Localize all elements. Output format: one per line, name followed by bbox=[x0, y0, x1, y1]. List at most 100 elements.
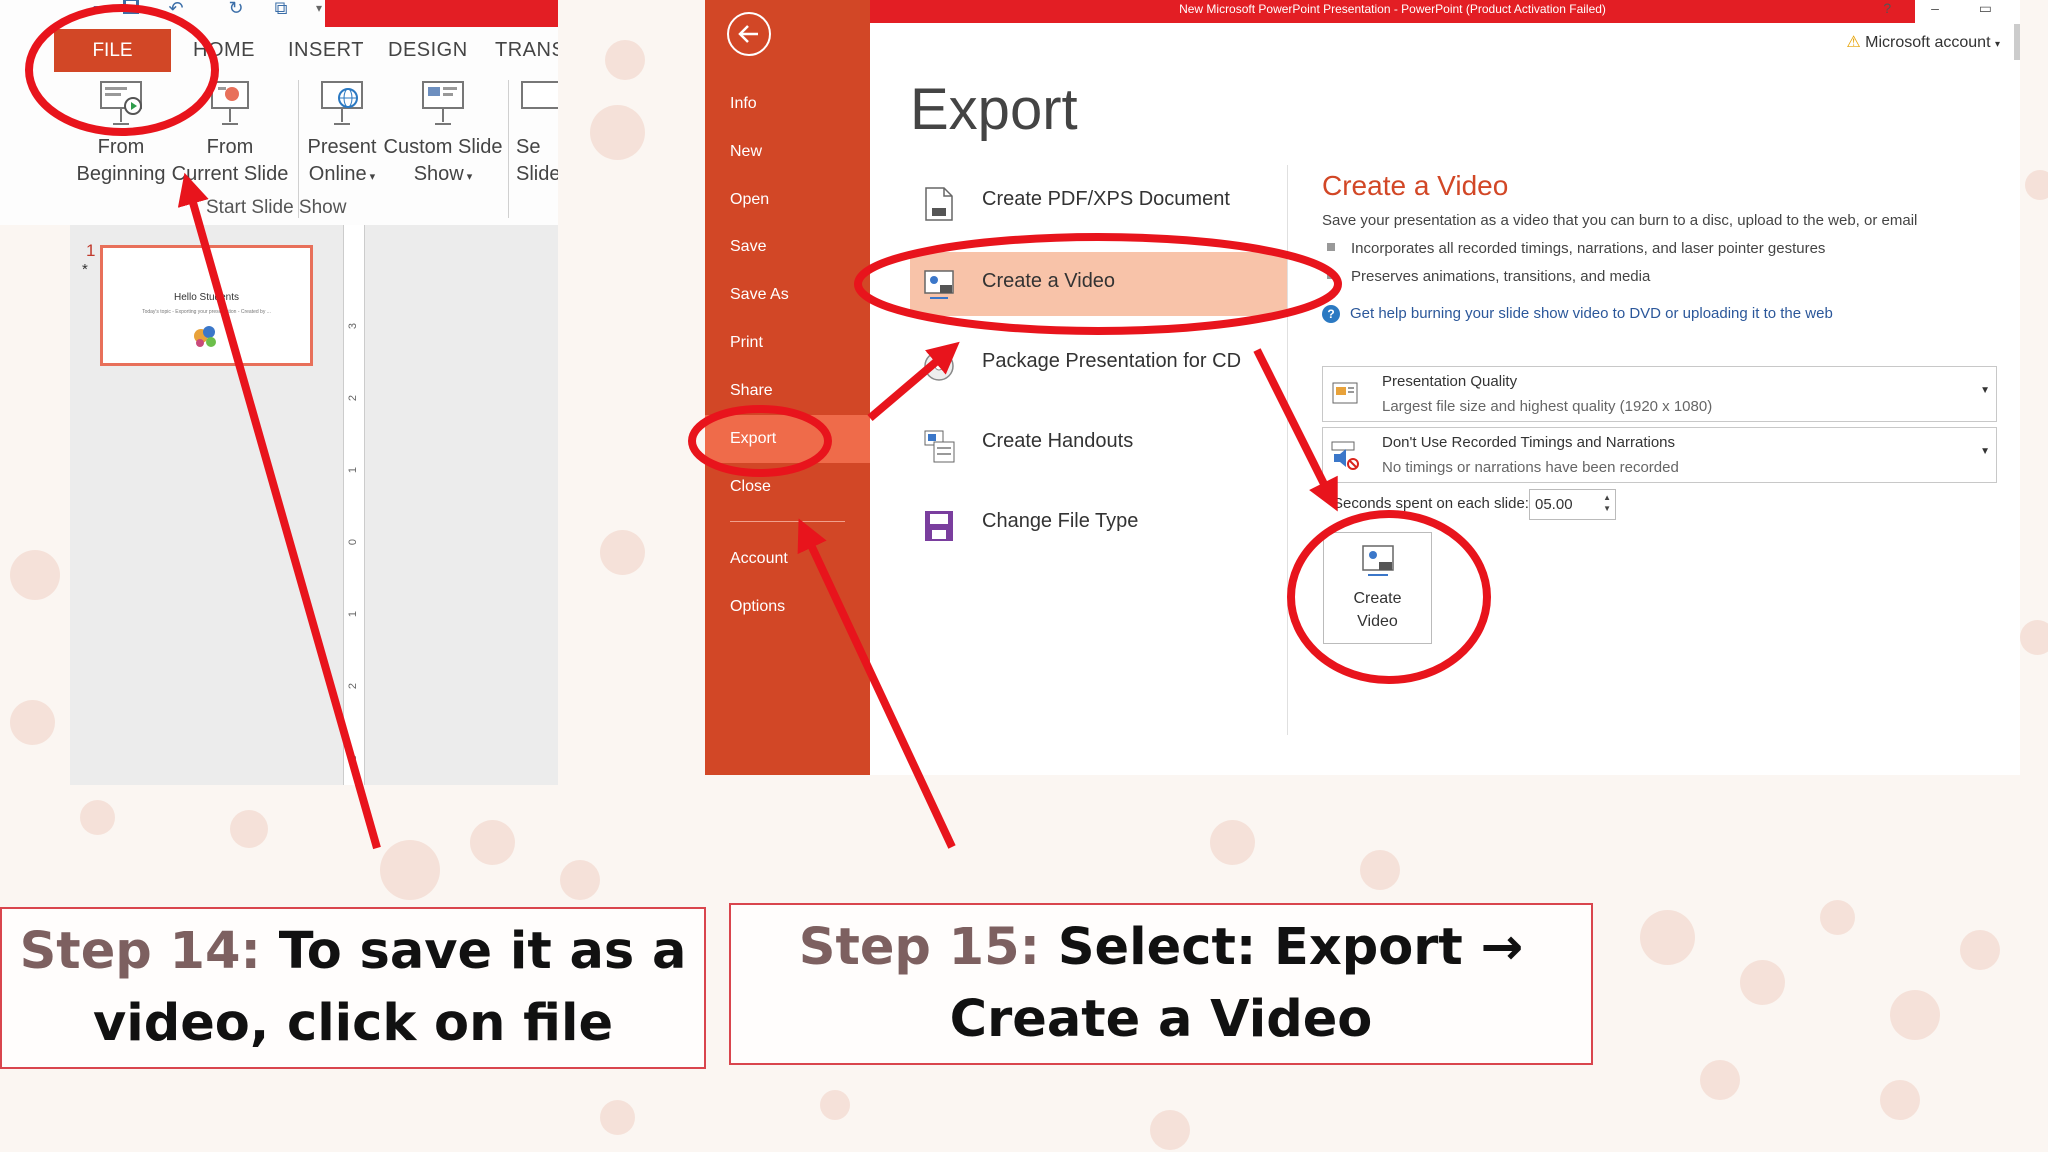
ruler-tick: 1 bbox=[347, 466, 359, 474]
custom-slide-show-button[interactable]: Custom Slide Show ▾ bbox=[382, 78, 504, 191]
account-menu[interactable]: ⚠ Microsoft account ▾ bbox=[1846, 32, 2000, 52]
ruler-tick: 2 bbox=[347, 682, 359, 690]
export-option-video[interactable]: Create a Video bbox=[910, 252, 1287, 316]
seconds-per-slide-input[interactable]: 05.00 ▲ ▼ bbox=[1529, 489, 1616, 520]
create-video-label-2: Video bbox=[1357, 613, 1398, 630]
setup-show-label-1: Se bbox=[516, 136, 541, 158]
slideshow-start-icon bbox=[100, 81, 142, 125]
nav-save-as[interactable]: Save As bbox=[730, 286, 789, 304]
from-beginning-button[interactable]: From Beginning bbox=[74, 78, 168, 188]
tab-file[interactable]: FILE bbox=[54, 29, 171, 72]
back-button[interactable] bbox=[727, 12, 771, 56]
quality-icon bbox=[1332, 382, 1358, 404]
handouts-icon bbox=[924, 430, 955, 463]
ribbon-screenshot: ▪ ↶ ↻ ⧉ ▾ FILE HOME INSERT DESIGN TRANS … bbox=[0, 0, 558, 785]
slide-thumbnail-image bbox=[194, 326, 216, 347]
detail-bullet: Incorporates all recorded timings, narra… bbox=[1327, 240, 1825, 257]
nav-save[interactable]: Save bbox=[730, 238, 766, 256]
from-current-slide-button[interactable]: From Current Slide bbox=[170, 78, 290, 188]
timings-dropdown[interactable]: Don't Use Recorded Timings and Narration… bbox=[1322, 427, 1997, 483]
detail-bullet-text: Preserves animations, transitions, and m… bbox=[1351, 268, 1651, 285]
custom-show-label-2: Show bbox=[413, 163, 464, 185]
tab-transitions[interactable]: TRANS bbox=[495, 29, 558, 72]
setup-show-label-2: Slide bbox=[516, 163, 558, 185]
app-icon: ▪ bbox=[92, 0, 100, 18]
nav-account[interactable]: Account bbox=[730, 550, 788, 568]
scrollbar[interactable] bbox=[2014, 24, 2020, 60]
setup-slide-show-button[interactable]: Se Slide bbox=[516, 78, 558, 188]
save-icon[interactable] bbox=[120, 0, 142, 18]
backstage-screenshot: Info New Open Save Save As Print Share E… bbox=[705, 0, 2020, 775]
nav-print[interactable]: Print bbox=[730, 334, 763, 352]
nav-new[interactable]: New bbox=[730, 143, 762, 161]
from-current-label-2: Current Slide bbox=[171, 163, 289, 185]
caption-step-14: Step 14: To save it as a video, click on… bbox=[0, 907, 706, 1069]
present-online-icon bbox=[321, 81, 363, 125]
quality-title: Presentation Quality bbox=[1382, 373, 1518, 390]
present-online-label-1: Present bbox=[307, 136, 377, 158]
slide-thumbnail-subtitle: Today's topic - Exporting your presentat… bbox=[142, 309, 271, 315]
from-beginning-label-1: From bbox=[97, 136, 145, 158]
tab-insert[interactable]: INSERT bbox=[288, 29, 364, 72]
group-separator bbox=[508, 80, 509, 218]
tab-design[interactable]: DESIGN bbox=[388, 29, 468, 72]
custom-show-icon bbox=[422, 81, 464, 125]
warning-icon: ⚠ bbox=[1846, 34, 1861, 51]
presentation-quality-dropdown[interactable]: Presentation Quality Largest file size a… bbox=[1322, 366, 1997, 422]
nav-share[interactable]: Share bbox=[730, 382, 773, 400]
nav-export[interactable]: Export bbox=[730, 430, 776, 448]
window-title-bar: New Microsoft PowerPoint Presentation - … bbox=[870, 0, 1915, 23]
ruler-tick: 1 bbox=[347, 610, 359, 618]
ribbon-group-label: Start Slide Show bbox=[206, 197, 347, 218]
chevron-down-icon: ▼ bbox=[1980, 446, 1990, 457]
detail-description: Save your presentation as a video that y… bbox=[1322, 212, 1918, 229]
create-video-label-1: Create bbox=[1353, 590, 1402, 607]
custom-show-label-1: Custom Slide bbox=[383, 136, 503, 158]
window-title: New Microsoft PowerPoint Presentation - … bbox=[1179, 2, 1606, 16]
present-online-button[interactable]: Present Online ▾ bbox=[304, 78, 380, 191]
window-controls[interactable]: ? – ▭ bbox=[1883, 0, 2010, 17]
export-option-pdf-label: Create PDF/XPS Document bbox=[982, 188, 1230, 210]
title-bar-strip bbox=[325, 0, 558, 27]
timings-title: Don't Use Recorded Timings and Narration… bbox=[1382, 434, 1675, 451]
tab-home[interactable]: HOME bbox=[193, 29, 255, 72]
cd-disc-icon bbox=[924, 351, 954, 381]
nav-close[interactable]: Close bbox=[730, 478, 771, 496]
nav-options[interactable]: Options bbox=[730, 598, 785, 616]
caption-step-15: Step 15: Select: Export → Create a Video bbox=[729, 903, 1593, 1065]
undo-icon[interactable]: ↶ bbox=[165, 0, 187, 18]
from-current-label-1: From bbox=[206, 136, 254, 158]
slide-thumbnail-title: Hello Students bbox=[173, 292, 240, 303]
caption-step-14-label: Step 14: bbox=[19, 922, 261, 981]
detail-divider bbox=[1287, 165, 1288, 735]
redo-icon[interactable]: ↻ bbox=[225, 0, 247, 18]
vertical-ruler: 3 2 1 0 1 2 3 bbox=[346, 265, 360, 765]
chevron-down-icon: ▼ bbox=[1980, 385, 1990, 396]
nav-open[interactable]: Open bbox=[730, 191, 769, 209]
slide-animation-marker: * bbox=[82, 261, 88, 278]
export-option-pdf[interactable]: Create PDF/XPS Document bbox=[910, 170, 1287, 234]
ruler-tick: 3 bbox=[347, 322, 359, 330]
detail-title: Create a Video bbox=[1322, 170, 1509, 201]
export-option-handouts-label: Create Handouts bbox=[982, 430, 1134, 452]
seconds-per-slide-value: 05.00 bbox=[1535, 496, 1573, 513]
page-title: Export bbox=[910, 77, 1078, 142]
nav-divider bbox=[730, 521, 845, 522]
chevron-down-icon: ▾ bbox=[1994, 39, 2000, 50]
ruler-tick: 3 bbox=[347, 754, 359, 762]
customize-qat-icon[interactable]: ▾ bbox=[308, 0, 330, 18]
start-from-beginning-qat-icon[interactable]: ⧉ bbox=[270, 0, 292, 18]
spinner-arrows-icon[interactable]: ▲ ▼ bbox=[1603, 492, 1611, 514]
create-video-button[interactable]: Create Video bbox=[1323, 532, 1432, 644]
nav-info[interactable]: Info bbox=[730, 95, 757, 113]
detail-bullet: Preserves animations, transitions, and m… bbox=[1327, 268, 1650, 285]
export-option-package-cd[interactable]: Package Presentation for CD bbox=[910, 332, 1287, 396]
from-beginning-label-2: Beginning bbox=[76, 163, 166, 185]
export-option-handouts[interactable]: Create Handouts bbox=[910, 412, 1287, 476]
help-icon: ? bbox=[1322, 305, 1340, 323]
help-link[interactable]: ? Get help burning your slide show video … bbox=[1322, 305, 1833, 323]
detail-bullet-text: Incorporates all recorded timings, narra… bbox=[1351, 240, 1826, 257]
export-option-video-label: Create a Video bbox=[982, 270, 1116, 292]
slide-thumbnail[interactable]: Hello Students Today's topic - Exporting… bbox=[100, 245, 313, 366]
export-option-change-file-type[interactable]: Change File Type bbox=[910, 492, 1287, 556]
